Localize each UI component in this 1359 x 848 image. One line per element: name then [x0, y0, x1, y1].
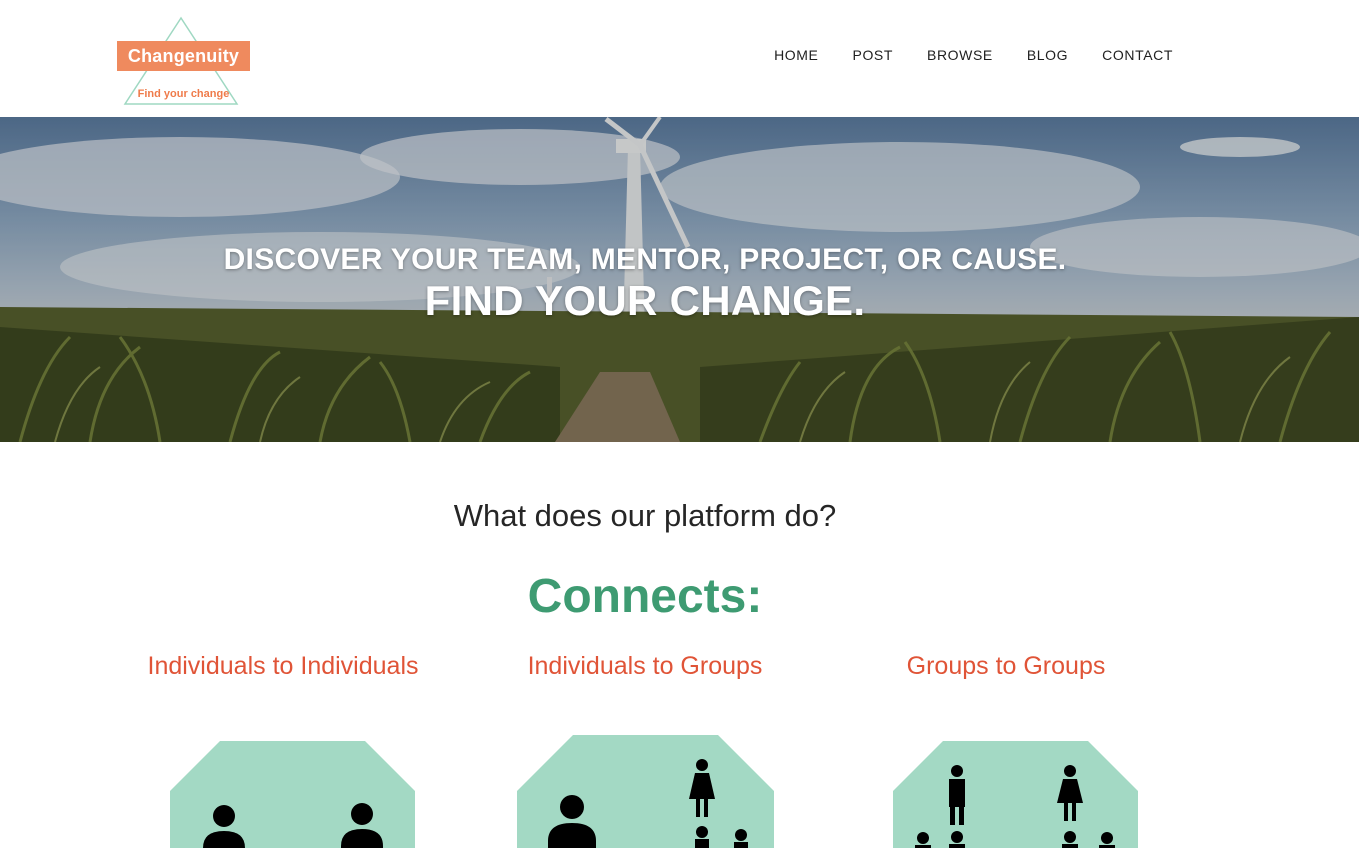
person-to-group-icon: [517, 735, 774, 848]
nav-post[interactable]: POST: [853, 47, 894, 63]
group-to-group-icon: [893, 741, 1138, 848]
nav-blog[interactable]: BLOG: [1027, 47, 1068, 63]
hero-banner: DISCOVER YOUR TEAM, MENTOR, PROJECT, OR …: [0, 117, 1359, 442]
nav-browse[interactable]: BROWSE: [927, 47, 993, 63]
logo-wordmark: Changenuity: [117, 41, 250, 71]
nav-home[interactable]: HOME: [774, 47, 818, 63]
section-connects-heading: Connects:: [527, 570, 763, 623]
site-header: Changenuity Find your change HOME POST B…: [0, 0, 1359, 117]
column-title-individuals-to-groups: Individuals to Groups: [527, 652, 763, 680]
column-title-individuals-to-individuals: Individuals to Individuals: [147, 652, 419, 680]
hero-subheading: DISCOVER YOUR TEAM, MENTOR, PROJECT, OR …: [223, 243, 1067, 276]
column-title-groups-to-groups: Groups to Groups: [906, 652, 1106, 680]
main-nav: HOME POST BROWSE BLOG CONTACT: [774, 47, 1173, 63]
hero-heading: FIND YOUR CHANGE.: [424, 277, 866, 324]
logo-tagline: Find your change: [137, 88, 230, 100]
people-pair-icon: [170, 741, 415, 848]
section-question: What does our platform do?: [453, 498, 837, 533]
nav-contact[interactable]: CONTACT: [1102, 47, 1173, 63]
site-logo[interactable]: Changenuity Find your change: [117, 16, 251, 106]
